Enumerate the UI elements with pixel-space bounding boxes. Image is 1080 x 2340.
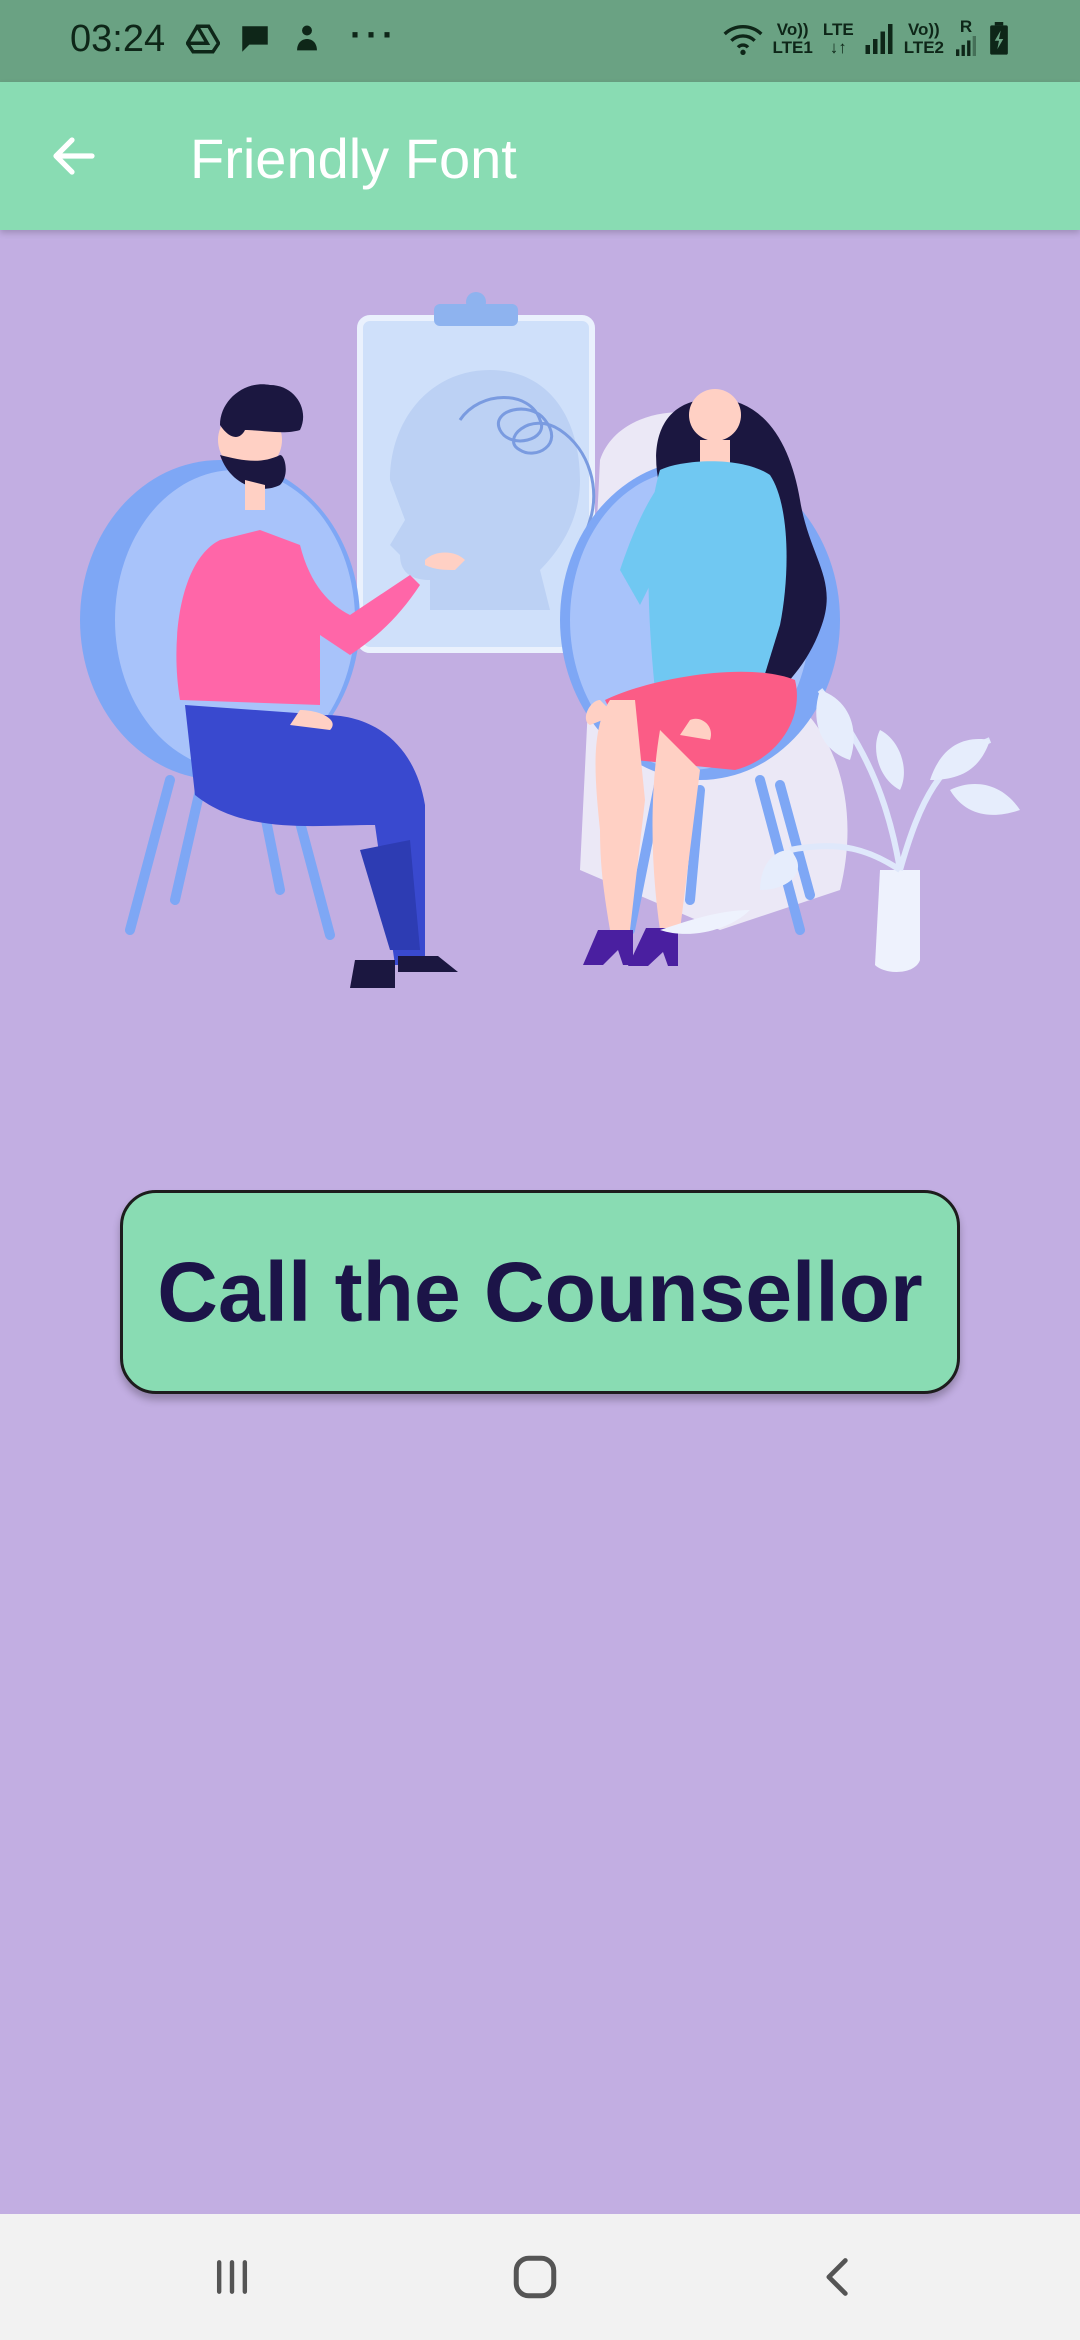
sim2-label: Vo)) LTE2 xyxy=(903,20,944,57)
call-counsellor-button[interactable]: Call the Counsellor xyxy=(120,1190,960,1394)
counselling-session-illustration xyxy=(80,292,1020,988)
arrow-left-icon xyxy=(53,137,95,175)
signal-icon xyxy=(865,24,893,54)
signal-2-icon xyxy=(956,36,976,56)
app-bar: Friendly Font xyxy=(0,82,1080,230)
lte-label: LTE ↓↑ xyxy=(822,20,854,57)
status-system-icons: Vo)) LTE1 LTE ↓↑ Vo)) LTE2 R xyxy=(723,18,1010,60)
drive-icon xyxy=(186,24,220,54)
app-notification-icon xyxy=(297,25,317,51)
call-counsellor-label: Call the Counsellor xyxy=(157,1244,923,1339)
sim1-label: Vo)) LTE1 xyxy=(772,20,813,57)
page-title: Friendly Font xyxy=(190,127,517,190)
home-button[interactable] xyxy=(495,2242,575,2312)
recents-icon xyxy=(216,2260,248,2294)
roaming-label: R xyxy=(954,18,978,60)
system-nav-bar xyxy=(0,2214,1080,2340)
back-button[interactable] xyxy=(40,122,108,190)
status-notification-icons xyxy=(186,22,324,56)
message-icon xyxy=(242,26,268,52)
nav-back-button[interactable] xyxy=(798,2242,878,2312)
wifi-icon xyxy=(723,25,762,55)
back-chevron-icon xyxy=(826,2258,848,2296)
home-icon xyxy=(513,2255,557,2299)
status-bar: 03:24 ··· Vo)) LTE1 LTE ↓↑ Vo)) LTE2 R xyxy=(0,0,1080,82)
status-more-icon: ··· xyxy=(350,14,398,55)
status-time: 03:24 xyxy=(70,18,166,60)
data-arrows-icon: ↓↑ xyxy=(829,38,847,57)
battery-icon xyxy=(990,22,1008,55)
recents-button[interactable] xyxy=(192,2242,272,2312)
